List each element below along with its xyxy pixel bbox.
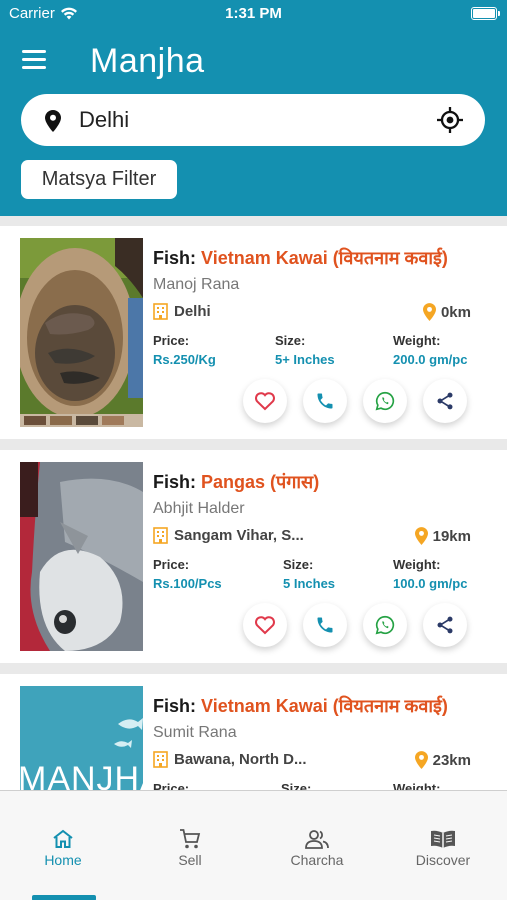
fish-name: Vietnam Kawai (वियतनाम कवाई) [201,248,448,268]
status-bar: Carrier 1:31 PM [0,0,507,28]
building-icon [153,303,168,320]
home-icon [53,829,73,848]
place-text: Sangam Vihar, S... [174,527,304,544]
share-icon [437,392,453,410]
weight-value: 200.0 gm/pc [393,352,468,367]
weight-label: Weight: [393,333,441,348]
call-button[interactable] [303,603,347,647]
whatsapp-icon [375,391,395,411]
hamburger-icon[interactable] [22,50,48,70]
people-icon [305,830,329,849]
fish-name: Pangas (पंगास) [201,472,320,492]
fish-name: Vietnam Kawai (वियतनाम कवाई) [201,696,448,716]
share-icon [437,616,453,634]
nav-home-label: Home [44,852,82,868]
distance: 0km [422,303,471,321]
distance: 23km [414,751,471,769]
location-pin-icon [422,303,436,321]
clock: 1:31 PM [225,5,282,22]
whatsapp-button[interactable] [363,379,407,423]
nav-home[interactable]: Home [18,829,108,868]
place-text: Bawana, North D... [174,751,307,768]
book-icon [431,830,455,848]
fish-photo[interactable] [20,462,143,651]
favorite-button[interactable] [243,379,287,423]
weight-label: Weight: [393,557,441,572]
size-label: Size: [283,557,314,572]
distance-text: 23km [432,751,471,769]
weight-value: 100.0 gm/pc [393,576,468,591]
fish-title: Fish: Vietnam Kawai (वियतनाम कवाई) [153,248,448,268]
nav-sell-label: Sell [178,852,202,868]
place: Sangam Vihar, S... [153,527,304,544]
heart-icon [255,392,275,411]
header: Carrier 1:31 PM Manjha Delhi Matsya Filt… [0,0,507,216]
action-buttons [243,603,467,647]
nav-discover-label: Discover [415,852,471,868]
size-value: 5 Inches [283,576,336,591]
fish-title: Fish: Pangas (पंगास) [153,472,320,492]
nav-discover[interactable]: Discover [398,829,488,868]
size-label: Size: [275,333,306,348]
share-button[interactable] [423,379,467,423]
distance-text: 19km [432,527,471,545]
place-text: Delhi [174,303,211,320]
whatsapp-icon [375,615,395,635]
crosshair-icon[interactable] [437,107,463,133]
distance: 19km [414,527,471,545]
bottom-navigation: Home Sell Charcha Discover [0,790,507,900]
share-button[interactable] [423,603,467,647]
fish-title: Fish: Vietnam Kawai (वियतनाम कवाई) [153,696,448,716]
seller-name: Sumit Rana [153,724,237,741]
listing-card[interactable]: Fish: Pangas (पंगास) Abhjit Halder Sanga… [0,450,507,663]
whatsapp-button[interactable] [363,603,407,647]
seller-name: Abhjit Halder [153,500,245,517]
app-title: Manjha [90,42,205,80]
price-label: Price: [153,557,190,572]
price-label: Price: [153,333,190,348]
nav-charcha-label: Charcha [290,852,344,868]
cart-icon [180,829,201,849]
location-pin-icon [414,751,428,769]
location-input[interactable]: Delhi [79,107,129,133]
action-buttons [243,379,467,423]
location-pin-icon [414,527,428,545]
place: Delhi [153,303,211,320]
distance-text: 0km [440,303,471,321]
nav-charcha[interactable]: Charcha [272,829,362,868]
call-button[interactable] [303,379,347,423]
phone-icon [317,393,333,409]
battery-icon [471,7,500,20]
seller-name: Manoj Rana [153,276,240,293]
location-search-bar[interactable]: Delhi [21,94,485,146]
phone-icon [317,617,333,633]
app-screen: Carrier 1:31 PM Manjha Delhi Matsya Filt… [0,0,507,900]
fish-photo[interactable] [20,238,143,427]
place: Bawana, North D... [153,751,307,768]
listing-card[interactable]: Fish: Vietnam Kawai (वियतनाम कवाई) Manoj… [0,226,507,439]
building-icon [153,527,168,544]
active-tab-indicator [32,895,96,900]
price-value: Rs.250/Kg [153,352,216,367]
price-value: Rs.100/Pcs [153,576,222,591]
matsya-filter-button[interactable]: Matsya Filter [21,160,177,199]
favorite-button[interactable] [243,603,287,647]
size-value: 5+ Inches [275,352,335,367]
building-icon [153,751,168,768]
heart-icon [255,616,275,635]
nav-sell[interactable]: Sell [145,829,235,868]
location-pin-icon [45,110,61,132]
